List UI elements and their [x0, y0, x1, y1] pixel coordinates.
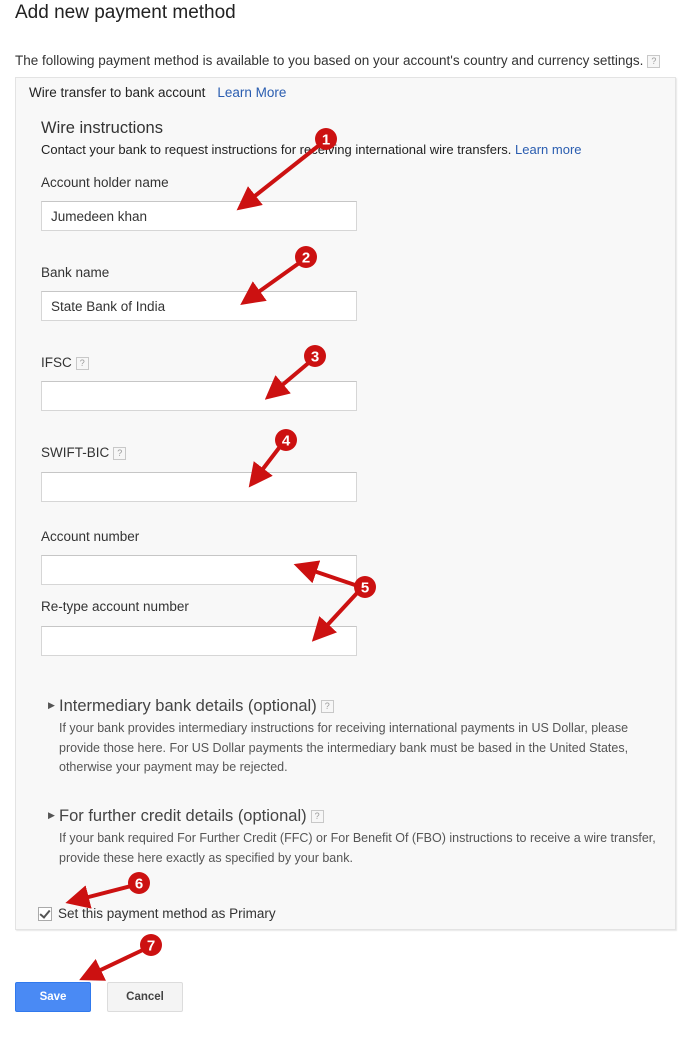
swift-bic-label-row: SWIFT-BIC?: [41, 445, 127, 460]
page-title: Add new payment method: [15, 2, 236, 23]
retype-account-number-label: Re-type account number: [41, 599, 189, 614]
save-button[interactable]: Save: [15, 982, 91, 1012]
help-icon[interactable]: ?: [647, 54, 661, 68]
primary-checkbox[interactable]: [38, 906, 52, 921]
intermediary-description: If your bank provides intermediary instr…: [59, 721, 629, 774]
bank-name-input[interactable]: [41, 291, 357, 321]
intermediary-expand-icon[interactable]: ▶: [48, 700, 55, 711]
annotation-badge-7: 7: [140, 934, 162, 956]
further-credit-description: If your bank required For Further Credit…: [59, 831, 656, 865]
swift-bic-help-icon[interactable]: ?: [113, 446, 127, 460]
cancel-button[interactable]: Cancel: [107, 982, 183, 1012]
method-learn-more-link[interactable]: Learn More: [217, 85, 286, 100]
account-holder-label: Account holder name: [41, 175, 169, 190]
intermediary-title-row[interactable]: Intermediary bank details (optional)?: [59, 697, 334, 716]
retype-account-number-input[interactable]: [41, 626, 357, 656]
wire-instructions-subtitle: Contact your bank to request instruction…: [41, 142, 582, 157]
intro-message: The following payment method is availabl…: [15, 53, 644, 68]
wire-instructions-title: Wire instructions: [41, 119, 163, 137]
ifsc-input[interactable]: [41, 381, 357, 411]
primary-row[interactable]: Set this payment method as Primary: [38, 906, 276, 921]
bank-name-label: Bank name: [41, 265, 110, 280]
ifsc-label: IFSC: [41, 355, 72, 370]
intermediary-title[interactable]: Intermediary bank details (optional): [59, 697, 317, 715]
ifsc-label-row: IFSC?: [41, 355, 89, 370]
swift-bic-label: SWIFT-BIC: [41, 445, 110, 460]
intermediary-help-icon[interactable]: ?: [320, 700, 334, 714]
svg-text:7: 7: [147, 938, 155, 955]
method-row: Wire transfer to bank account Learn More: [29, 85, 286, 100]
account-number-label: Account number: [41, 529, 140, 544]
further-credit-help-icon[interactable]: ?: [310, 810, 324, 824]
intro-text: The following payment method is availabl…: [15, 53, 661, 68]
further-credit-title[interactable]: For further credit details (optional): [59, 807, 307, 825]
ifsc-help-icon[interactable]: ?: [75, 356, 89, 370]
account-number-input[interactable]: [41, 555, 357, 585]
method-name: Wire transfer to bank account: [29, 85, 206, 100]
account-holder-input[interactable]: [41, 201, 357, 231]
annotation-arrow-7: [79, 946, 148, 981]
wire-instructions-text: Contact your bank to request instruction…: [41, 142, 512, 157]
payment-method-panel: Wire transfer to bank account Learn More …: [15, 77, 676, 930]
wire-instructions-learn-more-link[interactable]: Learn more: [515, 142, 581, 157]
primary-label[interactable]: Set this payment method as Primary: [58, 906, 276, 921]
swift-bic-input[interactable]: [41, 472, 357, 502]
further-credit-expand-icon[interactable]: ▶: [48, 810, 55, 821]
further-credit-title-row[interactable]: For further credit details (optional)?: [59, 807, 324, 826]
